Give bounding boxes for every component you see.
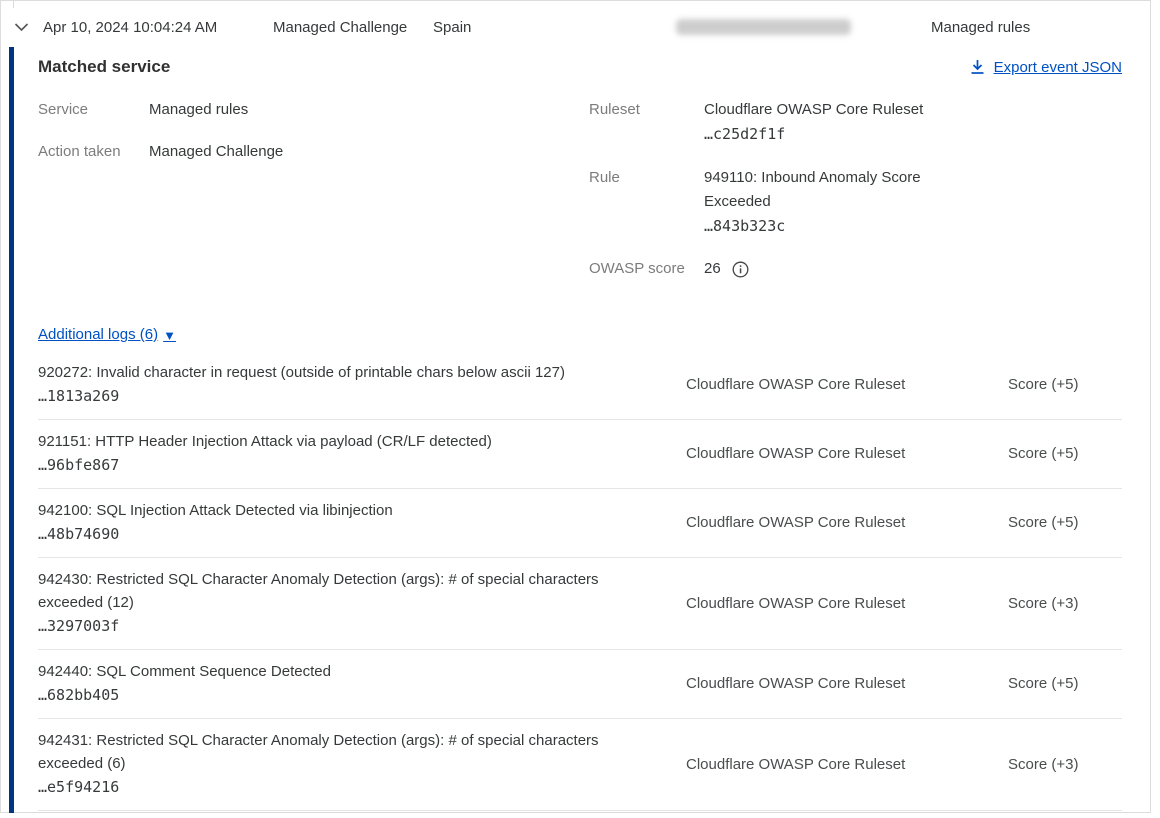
log-score: Score (+5) xyxy=(1008,376,1122,393)
export-event-json-label: Export event JSON xyxy=(994,59,1122,76)
additional-logs-label: Additional logs (6) xyxy=(38,326,158,343)
log-ruleset: Cloudflare OWASP Core Ruleset xyxy=(650,514,1008,531)
log-rule-title: 942100: SQL Injection Attack Detected vi… xyxy=(38,499,650,522)
log-rule-title: 920272: Invalid character in request (ou… xyxy=(38,361,650,384)
owasp-score-field: OWASP score 26 xyxy=(589,257,1122,281)
log-rule-title: 942431: Restricted SQL Character Anomaly… xyxy=(38,729,650,775)
log-rule-id: …1813a269 xyxy=(38,384,650,408)
ruleset-id: …c25d2f1f xyxy=(704,122,923,146)
service-label: Service xyxy=(38,98,149,122)
log-row: 942440: SQL Comment Sequence Detected …6… xyxy=(38,650,1122,719)
rule-label: Rule xyxy=(589,166,704,238)
log-score: Score (+5) xyxy=(1008,445,1122,462)
event-service: Managed rules xyxy=(931,19,1030,36)
ruleset-value: Cloudflare OWASP Core Ruleset xyxy=(704,98,923,122)
event-summary-row[interactable]: Apr 10, 2024 10:04:24 AM Managed Challen… xyxy=(1,1,1150,47)
info-icon[interactable] xyxy=(732,261,749,278)
rule-field: Rule 949110: Inbound Anomaly Score Excee… xyxy=(589,166,1122,238)
log-ruleset: Cloudflare OWASP Core Ruleset xyxy=(650,675,1008,692)
log-ruleset: Cloudflare OWASP Core Ruleset xyxy=(650,376,1008,393)
log-row: 942430: Restricted SQL Character Anomaly… xyxy=(38,558,1122,650)
event-country: Spain xyxy=(433,19,471,36)
rule-value: 949110: Inbound Anomaly Score Exceeded xyxy=(704,166,944,214)
log-row: 942431: Restricted SQL Character Anomaly… xyxy=(38,719,1122,811)
additional-logs-list: 920272: Invalid character in request (ou… xyxy=(38,351,1122,811)
ruleset-field: Ruleset Cloudflare OWASP Core Ruleset …c… xyxy=(589,98,1122,146)
log-rule-title: 942440: SQL Comment Sequence Detected xyxy=(38,660,650,683)
rule-id: …843b323c xyxy=(704,214,944,238)
log-rule-id: …3297003f xyxy=(38,614,650,638)
export-event-json-link[interactable]: Export event JSON xyxy=(970,59,1122,76)
log-rule-id: …682bb405 xyxy=(38,683,650,707)
event-action-taken: Managed Challenge xyxy=(273,19,407,36)
log-score: Score (+3) xyxy=(1008,756,1122,773)
log-ruleset: Cloudflare OWASP Core Ruleset xyxy=(650,756,1008,773)
event-detail-expanded: Matched service Export event JSON Servic… xyxy=(1,47,1150,811)
matched-service-right-column: Ruleset Cloudflare OWASP Core Ruleset …c… xyxy=(589,98,1122,299)
event-timestamp: Apr 10, 2024 10:04:24 AM xyxy=(43,19,217,36)
log-score: Score (+5) xyxy=(1008,675,1122,692)
log-ruleset: Cloudflare OWASP Core Ruleset xyxy=(650,445,1008,462)
action-taken-value: Managed Challenge xyxy=(149,140,283,164)
owasp-score-label: OWASP score xyxy=(589,257,704,281)
log-score: Score (+5) xyxy=(1008,514,1122,531)
log-rule-id: …48b74690 xyxy=(38,522,650,546)
owasp-score-value: 26 xyxy=(704,257,721,281)
matched-service-heading: Matched service xyxy=(38,57,170,77)
ruleset-label: Ruleset xyxy=(589,98,704,146)
log-row: 942100: SQL Injection Attack Detected vi… xyxy=(38,489,1122,558)
action-taken-field: Action taken Managed Challenge xyxy=(38,140,589,164)
log-score: Score (+3) xyxy=(1008,595,1122,612)
redacted-value xyxy=(676,19,851,35)
action-taken-label: Action taken xyxy=(38,140,149,164)
matched-service-left-column: Service Managed rules Action taken Manag… xyxy=(38,98,589,299)
triangle-down-icon: ▼ xyxy=(163,328,176,343)
log-rule-id: …96bfe867 xyxy=(38,453,650,477)
chevron-down-icon[interactable] xyxy=(14,19,29,36)
log-row: 921151: HTTP Header Injection Attack via… xyxy=(38,420,1122,489)
event-detail-panel: Apr 10, 2024 10:04:24 AM Managed Challen… xyxy=(0,0,1151,813)
expanded-row-accent-bar xyxy=(9,47,14,813)
log-ruleset: Cloudflare OWASP Core Ruleset xyxy=(650,595,1008,612)
log-rule-id: …e5f94216 xyxy=(38,775,650,799)
log-rule-title: 942430: Restricted SQL Character Anomaly… xyxy=(38,568,650,614)
download-icon xyxy=(970,59,985,75)
log-rule-title: 921151: HTTP Header Injection Attack via… xyxy=(38,430,650,453)
log-row: 920272: Invalid character in request (ou… xyxy=(38,351,1122,420)
service-value: Managed rules xyxy=(149,98,248,122)
additional-logs-toggle[interactable]: Additional logs (6) ▼ xyxy=(38,326,176,343)
service-field: Service Managed rules xyxy=(38,98,589,122)
